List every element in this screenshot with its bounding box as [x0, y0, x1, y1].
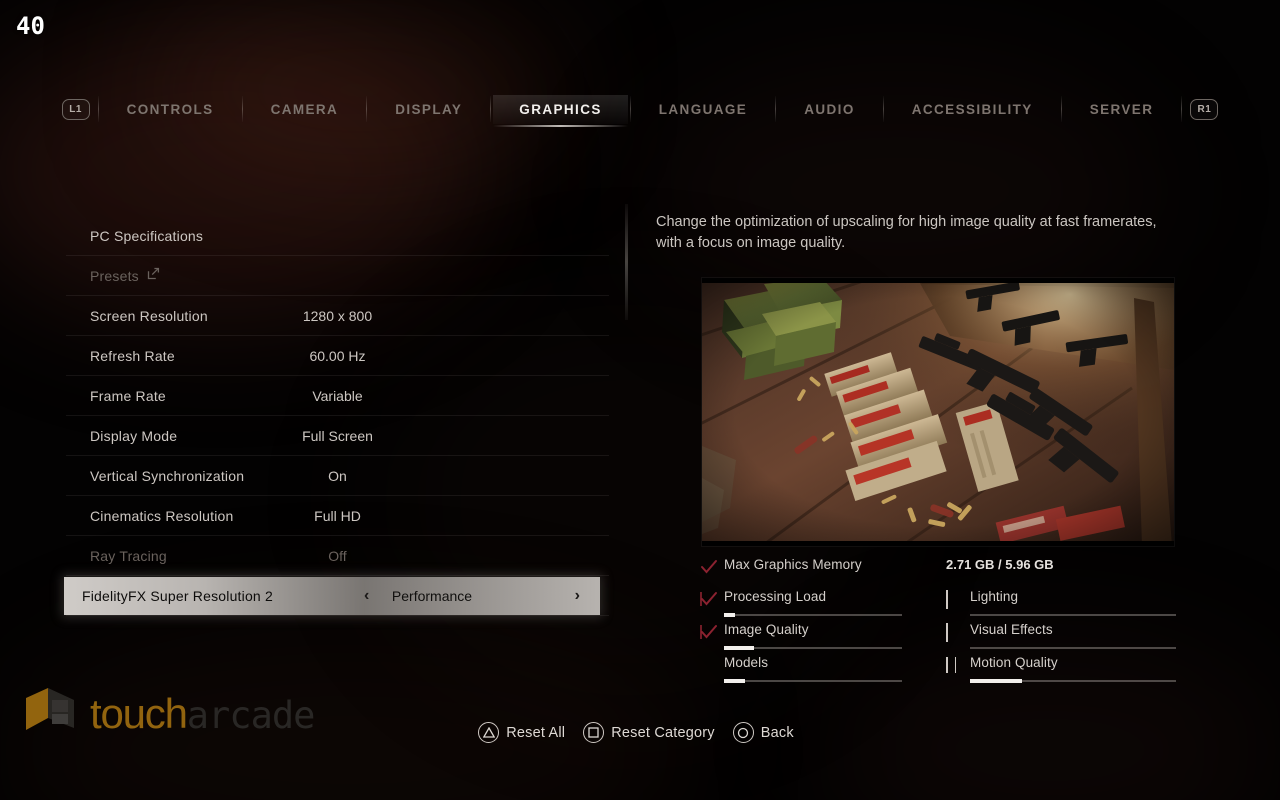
prompt-back[interactable]: Back: [732, 722, 794, 743]
tab-audio[interactable]: AUDIO: [778, 95, 881, 124]
settings-row-fidelityfx-super-resolution-2[interactable]: FidelityFX Super Resolution 2 ‹ Performanc…: [64, 577, 600, 615]
meter-label-memory: Max Graphics Memory: [724, 557, 862, 572]
fps-counter: 40: [16, 12, 45, 40]
checkbox-icon: [946, 590, 966, 609]
meter-label: Visual Effects: [970, 622, 1053, 637]
meter-bar-track: [724, 679, 902, 683]
meter-label: Models: [724, 655, 769, 670]
settings-row-label: PC Specifications: [90, 227, 204, 244]
meter-state-icon: [700, 657, 720, 674]
tab-separator: [882, 96, 884, 122]
prompt-label: Back: [760, 724, 794, 741]
settings-row-frame-rate[interactable]: Frame Rate Variable: [66, 376, 609, 416]
meter-row-lighting: Lighting: [946, 588, 1176, 621]
meter-bar-track: [970, 647, 1176, 649]
meter-bar-fill: [970, 679, 1022, 683]
game-settings-screen: 40 L1 CONTROLS CAMERA DISPLAY GRAPHICS LANGU…: [0, 0, 1280, 800]
settings-row-label: Frame Rate: [90, 387, 166, 404]
settings-list: PC Specifications Presets Screen Resolutio…: [64, 216, 609, 616]
meter-label: Motion Quality: [970, 655, 1058, 670]
prompt-reset-all[interactable]: Reset All: [478, 722, 565, 743]
settings-row-label: Screen Resolution: [90, 307, 208, 324]
meter-value-memory: 2.71 GB / 5.96 GB: [946, 557, 1054, 572]
chevron-right-icon[interactable]: ›: [575, 588, 580, 604]
meter-row-motion-quality: Motion Quality: [946, 654, 1176, 687]
meter-row-image-quality: Image Quality: [700, 621, 902, 654]
settings-row-pc-specifications[interactable]: PC Specifications: [66, 216, 609, 256]
tab-display[interactable]: DISPLAY: [369, 95, 488, 124]
settings-row-cinematics-resolution[interactable]: Cinematics Resolution Full HD: [66, 496, 609, 536]
performance-meters: Max Graphics Memory 2.71 GB / 5.96 GB Pr…: [700, 556, 1186, 683]
toucharcade-watermark: toucharcade: [22, 677, 382, 751]
tab-graphics[interactable]: GRAPHICS: [493, 94, 629, 127]
settings-row-presets[interactable]: Presets: [66, 256, 609, 296]
settings-row-label: Cinematics Resolution: [90, 507, 234, 524]
meter-bar-fill: [724, 679, 746, 683]
panel-scrollbar[interactable]: [625, 204, 628, 320]
settings-row-label: Presets: [90, 267, 139, 284]
settings-row-label: Vertical Synchronization: [90, 467, 245, 484]
tab-language[interactable]: LANGUAGE: [633, 95, 773, 124]
chevron-left-icon[interactable]: ‹: [364, 588, 369, 604]
tab-camera[interactable]: CAMERA: [245, 95, 365, 124]
settings-row-screen-resolution[interactable]: Screen Resolution 1280 x 800: [66, 296, 609, 336]
settings-row-label: Ray Tracing: [90, 547, 167, 564]
tab-separator: [629, 96, 631, 122]
meter-label: Lighting: [970, 589, 1019, 604]
settings-row-label: Display Mode: [90, 427, 178, 444]
meter-column-right: Lighting Visual Effects Motion Quality: [946, 588, 1176, 687]
settings-tab-bar: L1 CONTROLS CAMERA DISPLAY GRAPHICS LANGUAGE…: [0, 88, 1280, 130]
tab-separator: [97, 96, 99, 122]
meter-bar-fill: [724, 613, 735, 617]
watermark-logo-icon: [26, 688, 74, 730]
setting-preview-image: [702, 278, 1174, 546]
check-icon: [700, 559, 720, 576]
meter-state-icon: [946, 657, 966, 674]
checkbox-icon: [946, 623, 966, 642]
meter-bar-track: [970, 679, 1176, 683]
check-icon: [700, 591, 720, 608]
external-link-icon: [147, 267, 160, 285]
tab-separator: [366, 96, 368, 122]
tab-separator: [241, 96, 243, 122]
meter-row-models: Models: [700, 654, 902, 687]
tab-accessibility[interactable]: ACCESSIBILITY: [886, 95, 1059, 124]
triangle-button-icon: [478, 722, 500, 743]
meter-bar-fill: [724, 646, 755, 650]
settings-row-vertical-synchronization[interactable]: Vertical Synchronization On: [66, 456, 609, 496]
tab-separator: [1060, 96, 1062, 122]
settings-row-label: Refresh Rate: [90, 347, 175, 364]
tab-controls[interactable]: CONTROLS: [101, 95, 240, 124]
settings-row-label: FidelityFX Super Resolution 2: [82, 588, 273, 604]
square-button-icon: [583, 722, 605, 743]
prompt-label: Reset All: [506, 724, 566, 741]
check-icon: [700, 624, 720, 641]
watermark-text-arcade: arcade: [186, 694, 316, 737]
tab-server[interactable]: SERVER: [1064, 95, 1180, 124]
l1-shoulder-button-icon[interactable]: L1: [61, 98, 90, 120]
tab-separator: [490, 96, 492, 122]
settings-row-refresh-rate[interactable]: Refresh Rate 60.00 Hz: [66, 336, 609, 376]
meter-label: Image Quality: [724, 622, 809, 637]
tab-separator: [775, 96, 777, 122]
meter-row-processing-load: Processing Load: [700, 588, 902, 621]
prompt-reset-category[interactable]: Reset Category: [583, 722, 715, 743]
meter-bar-track: [970, 614, 1176, 616]
meter-bar-track: [724, 613, 902, 617]
settings-row-display-mode[interactable]: Display Mode Full Screen: [66, 416, 609, 456]
watermark-text-touch: touch: [90, 690, 188, 737]
meter-row-memory: Max Graphics Memory 2.71 GB / 5.96 GB: [700, 556, 1186, 584]
meter-column-left: Processing Load Image Quality Models: [700, 588, 902, 687]
settings-row-value: Performance: [391, 588, 473, 604]
meter-bar-track: [724, 646, 902, 650]
settings-row-ray-tracing[interactable]: Ray Tracing Off: [66, 536, 609, 576]
meter-row-visual-effects: Visual Effects: [946, 621, 1176, 654]
setting-description: Change the optimization of upscaling for…: [656, 214, 1157, 251]
circle-button-icon: [732, 722, 754, 743]
r1-shoulder-button-icon[interactable]: R1: [1190, 98, 1219, 120]
tab-separator: [1181, 96, 1183, 122]
prompt-label: Reset Category: [611, 724, 715, 741]
meter-label: Processing Load: [724, 589, 827, 604]
